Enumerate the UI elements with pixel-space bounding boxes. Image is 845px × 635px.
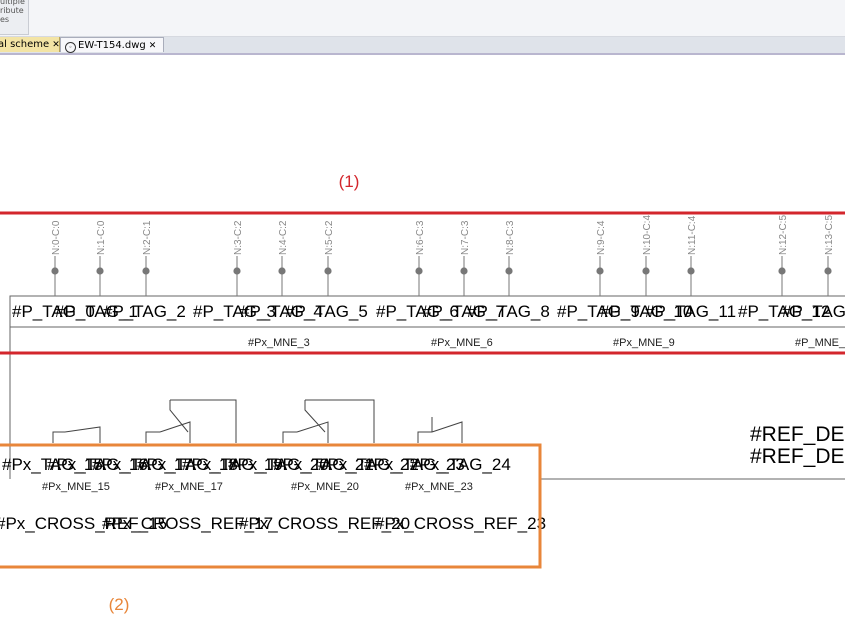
terminal-mnemonic: #Px_MNE_9 [613,337,675,349]
terminal-tag: #P_TAG_2 [103,302,186,321]
ribbon-button-label-line: ribute [0,6,24,15]
pin-dot [415,267,423,275]
pin-label: N:10-C:4 [642,215,653,255]
contact-mnemonic: #Px_MNE_23 [405,481,473,493]
contact-symbol[interactable] [52,426,101,443]
tab-label: al scheme [0,39,50,50]
terminal-tag: #P_TAG_5 [285,302,368,321]
reference-label: #REF_DE [750,423,845,446]
pin-label: N:7-C:3 [460,220,471,255]
terminal-tag: #P_TAG_8 [467,302,550,321]
contact-mnemonic: #Px_MNE_20 [291,481,359,493]
pin-dot [687,267,695,275]
document-tab-bar: al scheme ✕ ◦ EW-T154.dwg ✕ [0,37,845,55]
terminal-pin[interactable]: N:3-C:2 [233,220,244,296]
annotation-label-1: (1) [339,172,360,191]
terminal-pin[interactable]: N:7-C:3 [460,220,471,296]
terminal-tag: #P_TAG_11 [645,302,736,321]
terminal-pin[interactable]: N:6-C:3 [415,220,426,296]
pin-label: N:1-C:0 [96,220,107,255]
pin-label: N:12-C:5 [778,215,789,255]
pin-dot [642,267,650,275]
pin-label: N:6-C:3 [415,220,426,255]
terminal-mnemonics: #Px_MNE_3 #Px_MNE_6 #Px_MNE_9 #P_MNE_12 [248,337,845,349]
pin-dot [96,267,104,275]
terminal-pin[interactable]: N:0-C:0 [51,220,62,296]
terminal-pins: N:0-C:0 N:1-C:0 N:2-C:1 N:3-C:2 N:4-C:2 N:5-C… [51,215,835,296]
terminal-pin[interactable]: N:11-C:4 [687,215,698,296]
terminal-mnemonic: #Px_MNE_6 [431,337,493,349]
terminal-pin[interactable]: N:10-C:4 [642,215,653,296]
drawing-canvas[interactable]: (1) (2) N:0-C:0 N:1-C:0 N:2-C:1 N:3-C:2 N:4-… [0,55,845,630]
contact-tags: #Px_TAG_15 #Px_TAG_16 #Px_TAG_17 #Px_TAG… [2,455,511,474]
pin-label: N:3-C:2 [233,220,244,255]
multiple-attribute-button[interactable]: ultiple ribute es [0,0,29,35]
terminal-mnemonic: #P_MNE_12 [795,337,845,349]
close-icon[interactable]: ✕ [149,41,157,51]
pin-dot [51,267,59,275]
terminal-mnemonic: #Px_MNE_3 [248,337,310,349]
terminal-pin[interactable]: N:13-C:5 [824,215,835,296]
pin-label: N:4-C:2 [278,220,289,255]
pin-dot [596,267,604,275]
contact-mnemonic: #Px_MNE_17 [155,481,223,493]
terminal-tags: #P_TAG_0 #P_TAG_1 #P_TAG_2 #P_TAG_3 #P_T… [12,302,845,321]
annotation-label-2: (2) [109,595,130,614]
terminal-pin[interactable]: N:4-C:2 [278,220,289,296]
pin-dot [324,267,332,275]
ribbon-toolbar: ultiple ribute es [0,0,845,37]
pin-dot [460,267,468,275]
drawing-file-icon: ◦ [65,42,76,53]
terminal-pin[interactable]: N:9-C:4 [596,220,607,296]
pin-dot [824,267,832,275]
terminal-pin[interactable]: N:8-C:3 [505,220,516,296]
pin-label: N:8-C:3 [505,220,516,255]
terminal-pin[interactable]: N:2-C:1 [142,220,153,296]
terminal-pin[interactable]: N:5-C:2 [324,220,335,296]
contact-symbol[interactable] [169,399,237,443]
pin-dot [778,267,786,275]
pin-label: N:0-C:0 [51,220,62,255]
terminal-tag: #P_TAG_13 [782,302,845,321]
pin-dot [233,267,241,275]
tab-label: EW-T154.dwg [78,40,146,51]
contact-mnemonics: #Px_MNE_15 #Px_MNE_17 #Px_MNE_20 #Px_MNE… [42,481,473,493]
contact-mnemonic: #Px_MNE_15 [42,481,110,493]
contact-symbol[interactable] [417,421,463,443]
cross-reference: #Px_CROSS_REF_23 [375,514,546,533]
pin-dot [278,267,286,275]
pin-label: N:5-C:2 [324,220,335,255]
contact-symbols [52,399,463,443]
close-icon[interactable]: ✕ [52,40,60,50]
contact-tag: #Px_TAG_24 [410,455,511,474]
reference-label: #REF_DE [750,445,845,468]
pin-label: N:11-C:4 [687,215,698,255]
contact-symbol[interactable] [304,399,375,443]
terminal-pin[interactable]: N:1-C:0 [96,220,107,296]
cross-references: #Px_CROSS_REF_15 #Px_CROSS_REF_17 #Px_CR… [0,514,546,533]
pin-label: N:13-C:5 [824,215,835,255]
contact-symbol[interactable] [145,421,191,443]
tab-ew-t154[interactable]: ◦ EW-T154.dwg ✕ [60,37,164,53]
contact-symbol[interactable] [282,421,329,443]
terminal-pin[interactable]: N:12-C:5 [778,215,789,296]
tab-scheme[interactable]: al scheme ✕ [0,37,60,52]
ribbon-button-label-line: es [0,15,10,24]
pin-label: N:9-C:4 [596,220,607,255]
schematic-drawing: (1) (2) N:0-C:0 N:1-C:0 N:2-C:1 N:3-C:2 N:4-… [0,172,845,614]
pin-label: N:2-C:1 [142,220,153,255]
pin-dot [142,267,150,275]
pin-dot [505,267,513,275]
